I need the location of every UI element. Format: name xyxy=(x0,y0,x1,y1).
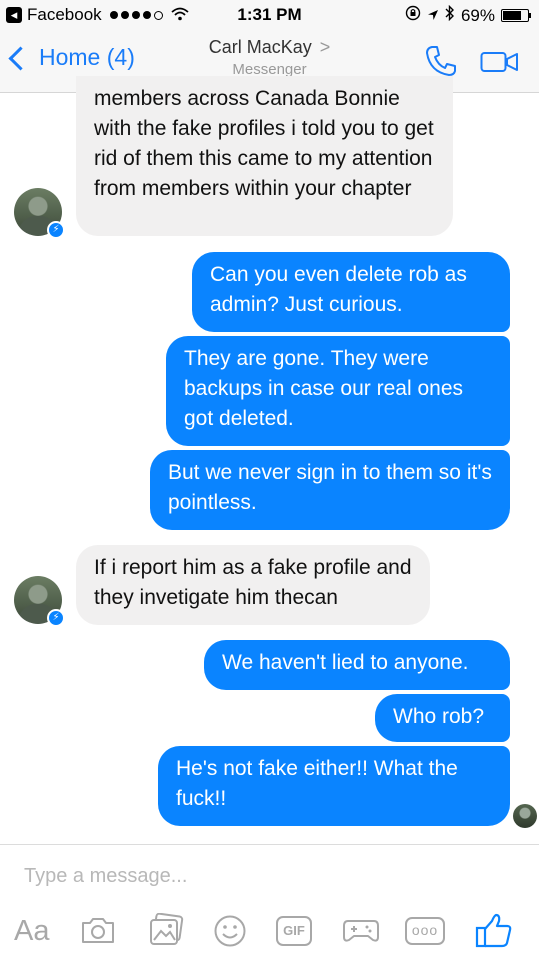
gif-button[interactable]: GIF xyxy=(276,916,312,946)
contact-name-button[interactable]: Carl MacKay > xyxy=(0,37,539,58)
contact-avatar[interactable]: ⚡ xyxy=(14,576,65,627)
message-text: members across Canada Bonnie with the fa… xyxy=(94,87,434,200)
seen-avatar xyxy=(513,804,537,828)
message-composer: Type a message... Aa GIF ooo xyxy=(0,844,539,961)
message-input[interactable]: Type a message... xyxy=(24,865,187,888)
sticker-icon[interactable] xyxy=(213,914,247,950)
message-text: They are gone. They were backups in case… xyxy=(184,347,463,430)
message-text: Can you even delete rob as admin? Just c… xyxy=(210,263,467,316)
more-options-button[interactable]: ooo xyxy=(405,917,445,945)
message-text: He's not fake either!! What the fuck!! xyxy=(176,757,458,810)
composer-toolbar: Aa GIF ooo xyxy=(0,912,539,953)
video-call-icon[interactable] xyxy=(480,50,520,79)
messenger-badge-icon: ⚡ xyxy=(47,609,65,627)
message-bubble-incoming[interactable]: members across Canada Bonnie with the fa… xyxy=(76,76,453,236)
location-icon xyxy=(427,6,439,26)
message-bubble-incoming[interactable]: If i report him as a fake profile and th… xyxy=(76,545,430,625)
gallery-icon[interactable] xyxy=(148,912,184,949)
message-text: If i report him as a fake profile and th… xyxy=(94,556,412,609)
contact-name: Carl MacKay xyxy=(208,37,312,57)
message-bubble-outgoing[interactable]: They are gone. They were backups in case… xyxy=(166,336,510,446)
message-text: We haven't lied to anyone. xyxy=(222,651,469,674)
message-bubble-outgoing[interactable]: Can you even delete rob as admin? Just c… xyxy=(192,252,510,332)
bluetooth-icon xyxy=(445,4,455,26)
message-bubble-outgoing[interactable]: We haven't lied to anyone. xyxy=(204,640,510,690)
battery-percent: 69% xyxy=(460,5,495,25)
rotation-lock-icon xyxy=(405,5,421,26)
camera-icon[interactable] xyxy=(80,915,116,951)
message-text: But we never sign in to them so it's poi… xyxy=(168,461,492,514)
games-icon[interactable] xyxy=(342,915,380,951)
message-bubble-outgoing[interactable]: Who rob? xyxy=(375,694,510,742)
contact-avatar[interactable]: ⚡ xyxy=(14,188,65,239)
battery-icon xyxy=(501,9,531,22)
messenger-badge-icon: ⚡ xyxy=(47,221,65,239)
text-format-button[interactable]: Aa xyxy=(14,913,49,949)
like-thumbs-up-icon[interactable] xyxy=(474,913,514,949)
chevron-right-icon: > xyxy=(319,37,331,57)
message-bubble-outgoing[interactable]: But we never sign in to them so it's poi… xyxy=(150,450,510,530)
status-bar: ◂ Facebook 1:31 PM 69% xyxy=(0,0,539,30)
message-text: Who rob? xyxy=(393,705,485,728)
message-bubble-outgoing[interactable]: He's not fake either!! What the fuck!! xyxy=(158,746,510,826)
